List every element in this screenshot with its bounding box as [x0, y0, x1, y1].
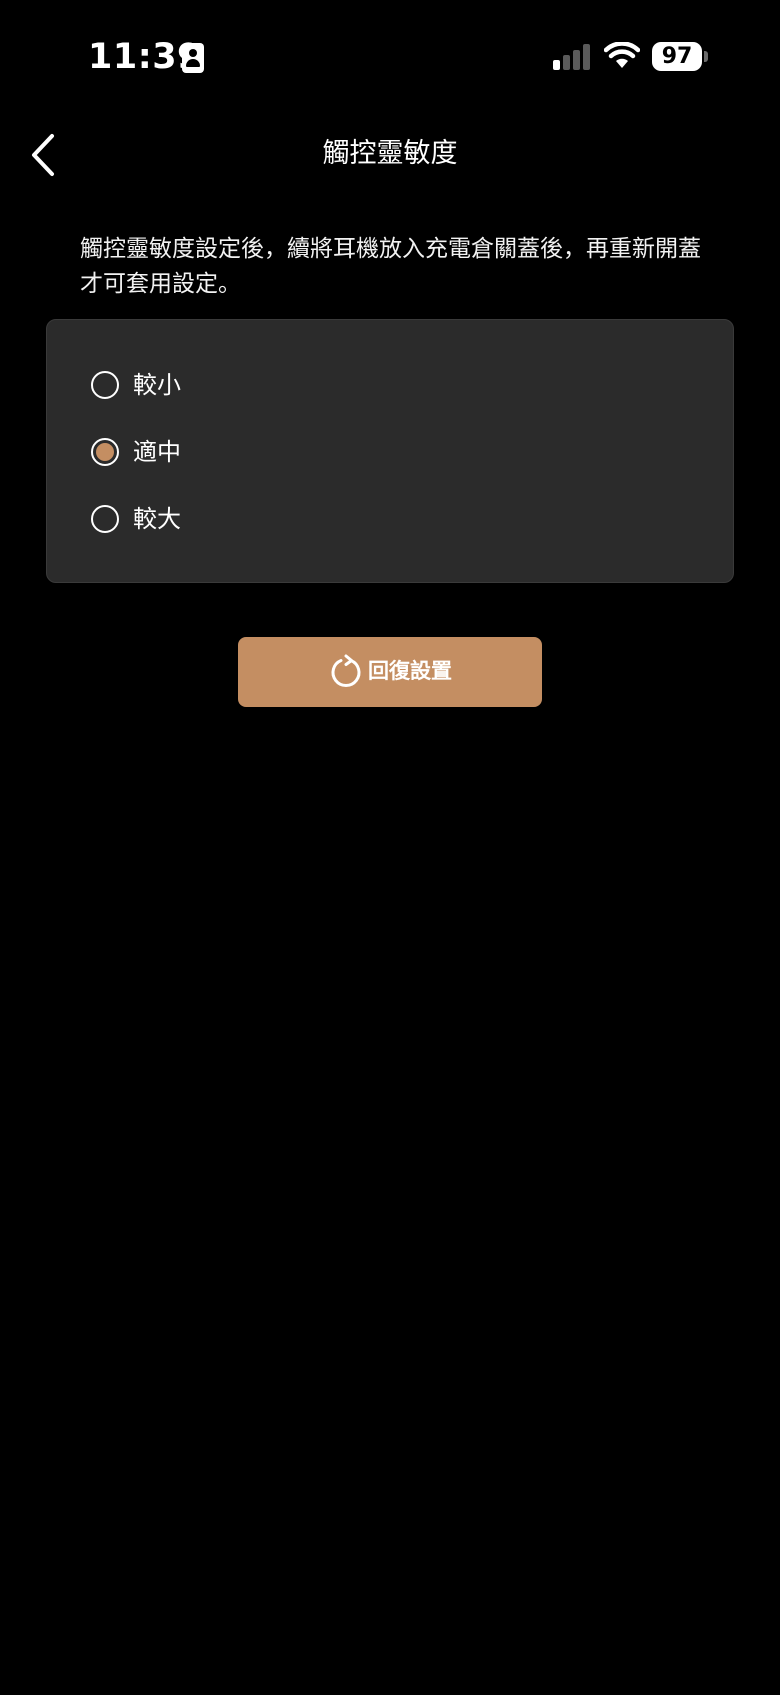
option-medium[interactable]: 適中 — [91, 432, 651, 472]
reset-icon — [331, 654, 361, 687]
reset-settings-button[interactable]: 回復設置 — [238, 637, 542, 707]
radio-button[interactable] — [91, 371, 119, 399]
option-label: 較小 — [133, 371, 181, 399]
battery-icon: 97 — [652, 42, 708, 71]
option-small[interactable]: 較小 — [91, 365, 651, 405]
reset-button-label: 回復設置 — [368, 660, 452, 683]
option-label: 適中 — [133, 438, 181, 466]
wifi-icon — [604, 42, 640, 68]
page-title: 觸控靈敏度 — [322, 138, 458, 169]
sensitivity-options-card: 較小 適中 較大 — [46, 319, 734, 583]
description-text: 觸控靈敏度設定後，續將耳機放入充電倉關蓋後，再重新開蓋才可套用設定。 — [80, 236, 701, 297]
person-id-icon — [182, 43, 204, 73]
option-label: 較大 — [133, 505, 181, 533]
cellular-signal-icon — [553, 44, 593, 70]
option-large[interactable]: 較大 — [91, 499, 651, 539]
status-bar: 11:39 97 — [0, 0, 780, 110]
radio-button[interactable] — [91, 505, 119, 533]
radio-button[interactable] — [91, 438, 119, 466]
battery-level: 97 — [652, 42, 702, 71]
